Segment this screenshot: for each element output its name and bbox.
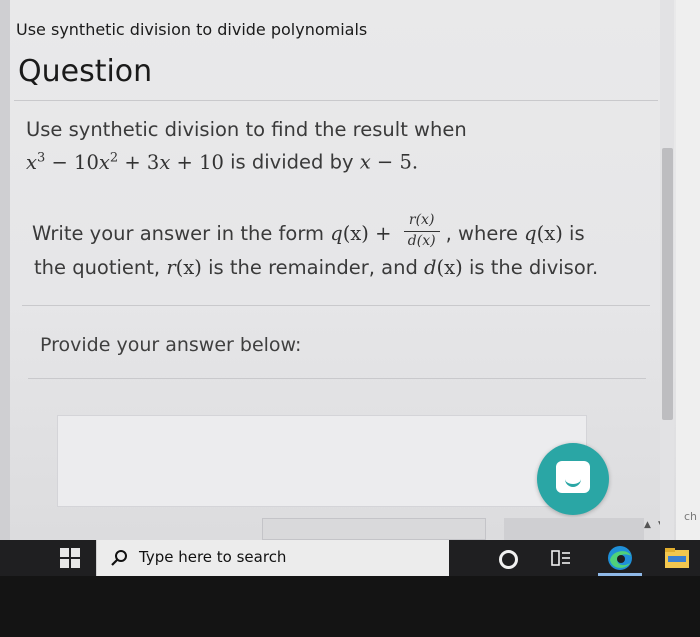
math-op: + <box>170 150 200 174</box>
remainder-symbol: r(x) <box>166 256 202 279</box>
scrollbar-thumb[interactable] <box>662 148 673 420</box>
task-view-icon[interactable] <box>551 549 571 567</box>
math-coef: 3 <box>146 150 160 174</box>
toolbar-stub <box>504 518 644 540</box>
windows-logo-icon[interactable] <box>60 548 80 568</box>
divisor-text: is the divisor. <box>462 256 599 279</box>
assignment-title: Use synthetic division to divide polynom… <box>16 20 368 39</box>
chat-button[interactable] <box>537 443 609 515</box>
answer-form: q(x) + r(x) d(x) <box>330 212 445 249</box>
divisor: x − 5. <box>360 151 418 174</box>
adjacent-window <box>676 0 700 540</box>
question-line-1: Use synthetic division to find the resul… <box>26 118 467 141</box>
taskbar-search[interactable]: Type here to search <box>96 540 449 576</box>
active-app-indicator <box>598 573 642 576</box>
edge-icon[interactable] <box>606 544 634 572</box>
math-var: r <box>166 256 176 279</box>
file-explorer-icon[interactable] <box>664 546 690 570</box>
math-var: d <box>424 256 437 279</box>
math-op: − <box>370 150 400 174</box>
math-arg: (x) <box>536 222 563 245</box>
math-period: . <box>411 150 419 174</box>
search-placeholder: Type here to search <box>139 548 287 566</box>
answer-input[interactable] <box>57 415 587 507</box>
divisor-symbol: d(x) <box>424 256 463 279</box>
math-const: 10 <box>199 150 224 174</box>
math-op: + <box>368 222 398 245</box>
fraction: r(x) d(x) <box>400 212 444 252</box>
answer-prompt: Provide your answer below: <box>40 334 302 356</box>
quotient-symbol: q(x) <box>524 222 563 245</box>
math-arg: (x) <box>175 256 202 279</box>
divided-by-text: is divided by <box>223 150 360 174</box>
divider <box>28 378 646 379</box>
math-coef: 10 <box>74 150 99 174</box>
math-var: x <box>159 150 171 174</box>
fraction-numerator: r(x) <box>408 212 435 228</box>
fraction-denominator: d(x) <box>407 233 436 249</box>
remainder-text: is the remainder, and <box>201 256 425 279</box>
search-icon <box>111 550 127 566</box>
math-var: q <box>330 222 343 245</box>
math-const: 5 <box>399 150 412 174</box>
cortana-icon[interactable] <box>499 550 518 569</box>
question-line-3: Write your answer in the form q(x) + r(x… <box>32 212 585 252</box>
math-var: x <box>359 150 371 174</box>
fraction-bar <box>403 231 440 232</box>
where-text: , where <box>445 222 525 245</box>
math-var: x <box>98 150 110 174</box>
question-line-4: the quotient, r(x) is the remainder, and… <box>34 256 598 279</box>
question-line-2: x3 − 10x2 + 3x + 10 is divided by x − 5. <box>26 150 418 174</box>
quotient-text: the quotient, <box>34 256 167 279</box>
caret-up-icon[interactable]: ▲ <box>644 520 651 530</box>
adjacent-window-text: ch <box>684 510 698 523</box>
chat-icon <box>556 461 590 493</box>
math-op: + <box>118 150 147 174</box>
form-prefix: Write your answer in the form <box>32 222 331 245</box>
taskbar: Type here to search <box>0 540 700 576</box>
question-card: Use synthetic division to find the resul… <box>18 112 650 307</box>
math-var: x <box>26 150 37 174</box>
math-arg: (x) <box>436 256 463 279</box>
page-title: Question <box>18 54 153 89</box>
is-text: is <box>562 222 585 245</box>
math-exponent: 2 <box>109 150 119 165</box>
polynomial: x3 − 10x2 + 3x + 10 <box>26 150 224 174</box>
dropdown[interactable] <box>262 518 486 540</box>
math-var: q <box>524 222 537 245</box>
divider <box>14 100 658 101</box>
browser-content: Use synthetic division to divide polynom… <box>0 0 700 540</box>
math-op: − <box>45 150 75 174</box>
math-arg: (x) <box>342 222 369 245</box>
divider <box>22 305 650 306</box>
